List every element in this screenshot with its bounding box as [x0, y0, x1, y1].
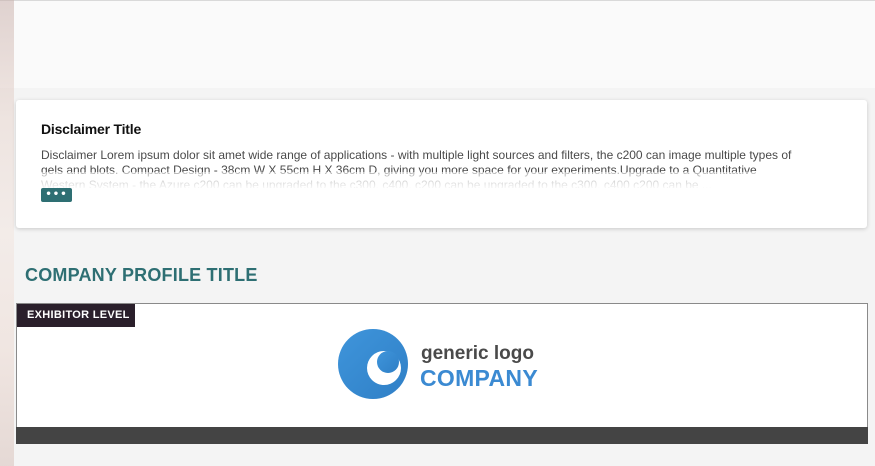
disclaimer-title: Disclaimer Title — [41, 121, 142, 137]
left-background-strip — [0, 0, 14, 466]
top-blank-area — [0, 0, 875, 88]
logo-text-company: COMPANY — [420, 365, 538, 391]
exhibitor-level-badge: EXHIBITOR LEVEL — [17, 304, 135, 327]
disclaimer-card: Disclaimer Title Disclaimer Lorem ipsum … — [16, 100, 867, 228]
company-profile-title: COMPANY PROFILE TITLE — [25, 265, 258, 285]
profile-footer-bar — [16, 427, 868, 444]
logo-swirl-icon — [338, 329, 408, 399]
disclaimer-fade-overlay — [36, 172, 816, 190]
logo-text-generic: generic logo — [421, 343, 534, 364]
company-profile-card[interactable]: EXHIBITOR LEVEL generic logo COMPANY — [16, 303, 868, 444]
read-more-button[interactable]: ••• — [41, 188, 72, 202]
